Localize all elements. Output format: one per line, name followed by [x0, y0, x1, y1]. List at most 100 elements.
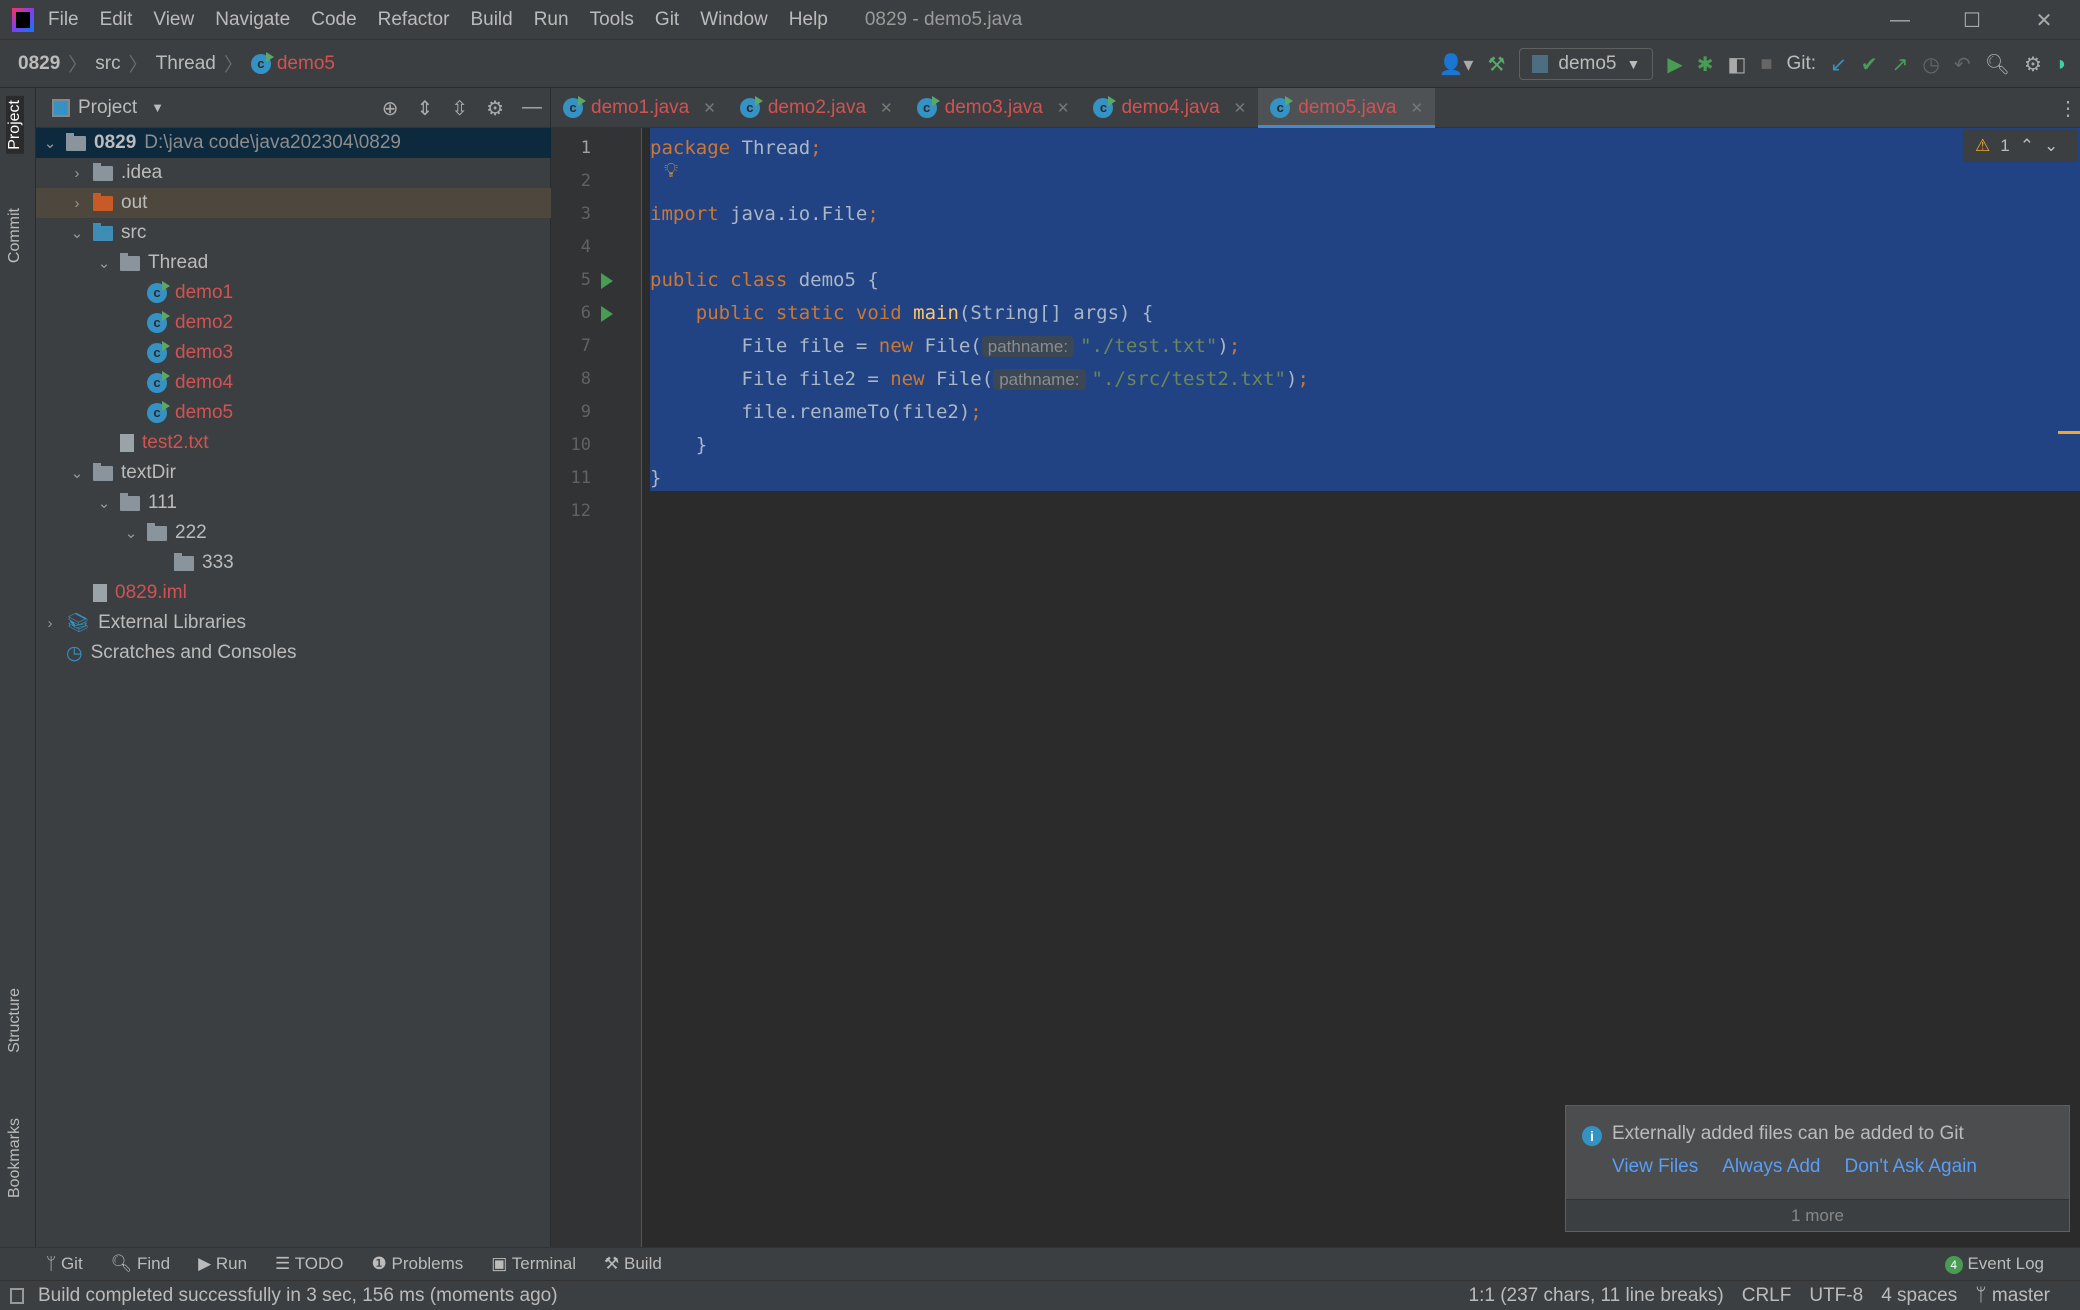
chevron-down-icon[interactable]: ⌄ [94, 254, 114, 272]
tool-windows-icon[interactable] [10, 1287, 24, 1304]
tree-item[interactable]: c demo2 [36, 308, 551, 338]
build-hammer-icon[interactable]: ⚒ [1487, 52, 1505, 77]
locate-icon[interactable]: ⊕ [382, 96, 399, 121]
search-icon[interactable]: 🔍︎ [1985, 52, 2010, 77]
dont-ask-again-link[interactable]: Don't Ask Again [1844, 1156, 1977, 1178]
tree-item[interactable]: c demo3 [36, 338, 551, 368]
run-config-select[interactable]: demo5 ▼ [1519, 48, 1654, 80]
chevron-right-icon[interactable]: › [67, 195, 87, 212]
indent-setting[interactable]: 4 spaces [1881, 1285, 1957, 1307]
gear-icon[interactable]: ⚙ [2024, 52, 2042, 77]
history-icon[interactable]: ◷ [1922, 52, 1939, 77]
jetbrains-toolbox-icon[interactable]: ◗ [2056, 53, 2068, 76]
gear-icon[interactable]: ⚙ [486, 96, 504, 121]
menu-edit[interactable]: Edit [100, 9, 133, 30]
menu-git[interactable]: Git [655, 9, 679, 30]
git-update-icon[interactable]: ↙ [1830, 52, 1847, 77]
close-tab-icon[interactable]: ✕ [1057, 99, 1070, 117]
tree-item[interactable]: test2.txt [36, 428, 551, 458]
tree-item[interactable]: c demo5 [36, 398, 551, 428]
close-tab-icon[interactable]: ✕ [1410, 99, 1423, 117]
menu-window[interactable]: Window [700, 9, 768, 30]
git-push-icon[interactable]: ↗ [1892, 52, 1909, 77]
tree-item[interactable]: › 📚︎ External Libraries [36, 608, 551, 638]
close-tab-icon[interactable]: ✕ [880, 99, 893, 117]
rollback-icon[interactable]: ↶ [1954, 52, 1971, 77]
tab-bookmarks[interactable]: Bookmarks [6, 1118, 24, 1198]
tree-item[interactable]: ◷ Scratches and Consoles [36, 638, 551, 668]
close-tab-icon[interactable]: ✕ [1234, 99, 1247, 117]
breadcrumb-src[interactable]: src [95, 53, 120, 75]
menu-run[interactable]: Run [534, 9, 569, 30]
user-icon[interactable]: 👤▾ [1438, 52, 1473, 77]
tab-demo4-java[interactable]: c demo4.java ✕ [1081, 88, 1258, 128]
menu-tools[interactable]: Tools [590, 9, 634, 30]
lightbulb-icon[interactable]: 💡︎ [664, 160, 678, 183]
run-gutter-icon[interactable] [601, 273, 613, 289]
expand-all-icon[interactable]: ⇕ [417, 96, 434, 121]
file-encoding[interactable]: UTF-8 [1809, 1285, 1863, 1307]
tree-item[interactable]: ⌄ src [36, 218, 551, 248]
tree-item[interactable]: ⌄ 222 [36, 518, 551, 548]
minimize-button[interactable]: — [1864, 0, 1936, 40]
line-separator[interactable]: CRLF [1742, 1285, 1792, 1307]
breadcrumb-thread[interactable]: Thread [156, 53, 216, 75]
tree-item[interactable]: c demo1 [36, 278, 551, 308]
prev-highlight-icon[interactable]: ⌃ [2020, 136, 2034, 156]
tree-item[interactable]: ⌄ Thread [36, 248, 551, 278]
tool-run[interactable]: ▶ Run [198, 1254, 247, 1274]
tree-item[interactable]: › .idea [36, 158, 551, 188]
tool-terminal[interactable]: ▣ Terminal [491, 1254, 576, 1274]
menu-refactor[interactable]: Refactor [378, 9, 450, 30]
tab-demo3-java[interactable]: c demo3.java ✕ [905, 88, 1082, 128]
view-files-link[interactable]: View Files [1612, 1156, 1698, 1178]
menu-help[interactable]: Help [789, 9, 828, 30]
tree-item[interactable]: ⌄ textDir [36, 458, 551, 488]
tool-find[interactable]: 🔍︎ Find [111, 1254, 170, 1274]
collapse-all-icon[interactable]: ⇳ [451, 96, 468, 121]
breadcrumb-demo5[interactable]: demo5 [277, 53, 335, 75]
debug-icon[interactable]: ✱ [1697, 52, 1714, 77]
run-icon[interactable]: ▶ [1667, 52, 1682, 77]
tree-item[interactable]: 0829.iml [36, 578, 551, 608]
git-branch[interactable]: ᛘ master [1975, 1285, 2050, 1307]
chevron-right-icon[interactable]: › [40, 615, 60, 632]
chevron-down-icon[interactable]: ⌄ [67, 224, 87, 242]
chevron-down-icon[interactable]: ⌄ [94, 494, 114, 512]
maximize-button[interactable]: ☐ [1936, 0, 2008, 40]
menu-code[interactable]: Code [311, 9, 356, 30]
tab-demo1-java[interactable]: c demo1.java ✕ [551, 88, 728, 128]
next-highlight-icon[interactable]: ⌄ [2044, 136, 2058, 156]
menu-navigate[interactable]: Navigate [215, 9, 290, 30]
stop-icon[interactable]: ■ [1760, 53, 1772, 76]
chevron-down-icon[interactable]: ⌄ [121, 524, 141, 542]
tree-item[interactable]: ⌄ 111 [36, 488, 551, 518]
tree-item[interactable]: 333 [36, 548, 551, 578]
scrollbar-warning-marker[interactable] [2058, 431, 2080, 434]
more-tabs-icon[interactable]: ⋮ [2058, 96, 2078, 121]
chevron-right-icon[interactable]: › [67, 165, 87, 182]
menu-view[interactable]: View [153, 9, 194, 30]
coverage-icon[interactable]: ◧ [1728, 52, 1747, 77]
tool-problems[interactable]: ❶ Problems [372, 1254, 464, 1274]
git-commit-icon[interactable]: ✔ [1861, 52, 1878, 77]
hide-icon[interactable]: — [522, 96, 542, 121]
chevron-down-icon[interactable]: ⌄ [40, 134, 60, 152]
inspection-widget[interactable]: ⚠ 1 ⌃ ⌄ [1963, 129, 2078, 162]
tool-todo[interactable]: ☰ TODO [275, 1254, 343, 1274]
tab-commit[interactable]: Commit [6, 208, 24, 263]
chevron-down-icon[interactable]: ⌄ [67, 464, 87, 482]
tool-git[interactable]: ᛘ Git [46, 1254, 83, 1274]
tab-structure[interactable]: Structure [6, 988, 24, 1053]
menu-build[interactable]: Build [470, 9, 512, 30]
menu-file[interactable]: File [48, 9, 79, 30]
always-add-link[interactable]: Always Add [1722, 1156, 1820, 1178]
tree-item[interactable]: ⌄ 0829 D:\java code\java202304\0829 [36, 128, 551, 158]
event-log-button[interactable]: 4 Event Log [1944, 1254, 2044, 1274]
tab-project[interactable]: Project [6, 96, 24, 154]
tab-demo2-java[interactable]: c demo2.java ✕ [728, 88, 905, 128]
caret-position[interactable]: 1:1 (237 chars, 11 line breaks) [1469, 1285, 1724, 1307]
close-tab-icon[interactable]: ✕ [703, 99, 716, 117]
tool-build[interactable]: ⚒ Build [604, 1254, 662, 1274]
more-notifications[interactable]: 1 more [1566, 1199, 2069, 1231]
